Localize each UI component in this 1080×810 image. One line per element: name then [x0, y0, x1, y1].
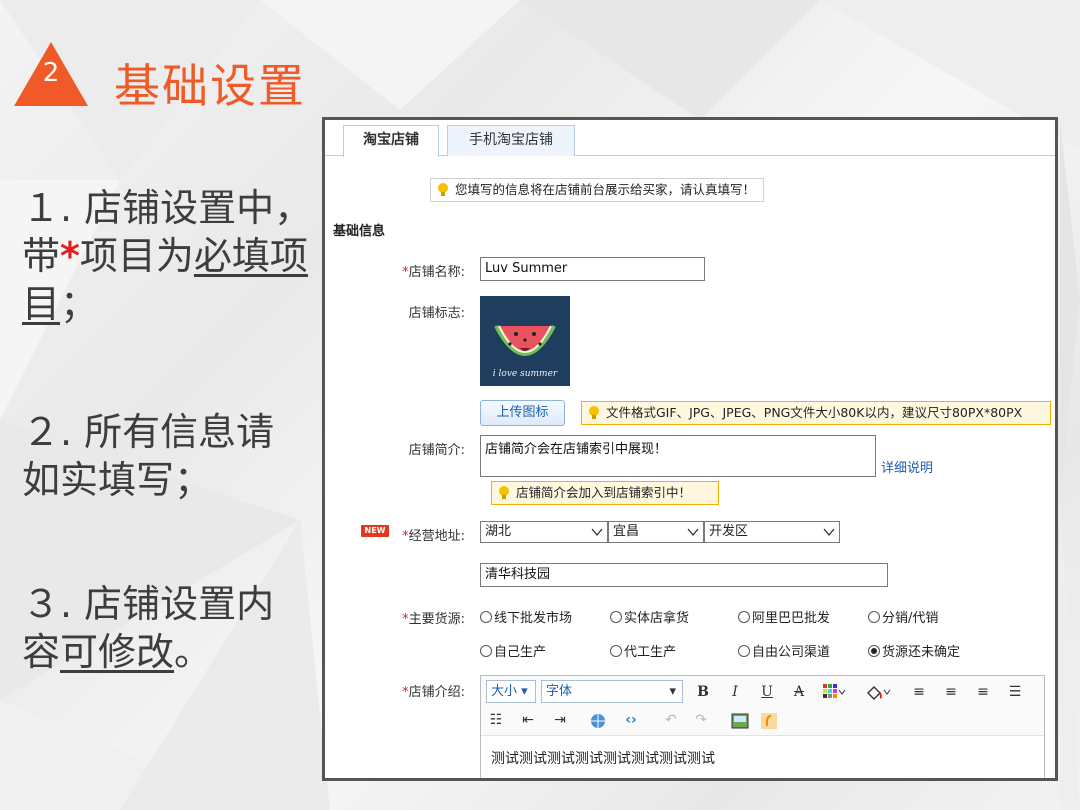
- radio-source-1[interactable]: 实体店拿货: [610, 607, 689, 626]
- lightbulb-icon: [438, 183, 448, 196]
- align-left-icon[interactable]: ≡: [909, 682, 929, 702]
- tab-mobile-taobao-shop[interactable]: 手机淘宝店铺: [447, 125, 575, 156]
- lightbulb-icon: [589, 406, 599, 419]
- rich-text-editor: 大小 ▾ 字体 ▾ B I U A ≡ ≡ ≡ ☰ ☷ ⇤ ⇥ ‹› ↶ ↷ 测试…: [480, 675, 1045, 778]
- details-link[interactable]: 详细说明: [881, 457, 933, 476]
- shop-name-input[interactable]: Luv Summer: [480, 257, 705, 281]
- redo-icon[interactable]: ↷: [691, 710, 711, 730]
- radio-source-6[interactable]: 自由公司渠道: [738, 641, 830, 660]
- outdent-icon[interactable]: ⇤: [518, 710, 538, 730]
- undo-icon[interactable]: ↶: [661, 710, 681, 730]
- section-title-basic-info: 基础信息: [333, 224, 386, 239]
- indent-icon[interactable]: ⇥: [550, 710, 570, 730]
- bullet-list-icon[interactable]: ☰: [1005, 682, 1025, 702]
- fill-color-icon[interactable]: [865, 684, 891, 700]
- radio-button[interactable]: [610, 611, 622, 623]
- shop-description-label: *店铺介绍:: [402, 685, 465, 700]
- align-right-icon[interactable]: ≡: [973, 682, 993, 702]
- editor-toolbar: 大小 ▾ 字体 ▾ B I U A ≡ ≡ ≡ ☰ ☷ ⇤ ⇥ ‹› ↶ ↷: [481, 676, 1044, 736]
- radio-source-3[interactable]: 分销/代销: [868, 607, 938, 626]
- tab-taobao-shop[interactable]: 淘宝店铺: [343, 125, 439, 157]
- note-required-fields: １. 店铺设置中，带*项目为必填项目；: [22, 186, 313, 326]
- radio-source-2[interactable]: 阿里巴巴批发: [738, 607, 830, 626]
- fill-carefully-hint: 您填写的信息将在店铺前台展示给买家，请认真填写！: [430, 178, 765, 202]
- logo-format-hint: 文件格式GIF、JPG、JPEG、PNG文件大小80K以内，建议尺寸80PX*8…: [581, 401, 1051, 425]
- underline-icon[interactable]: U: [757, 682, 777, 702]
- radio-button[interactable]: [738, 611, 750, 623]
- align-center-icon[interactable]: ≡: [941, 682, 961, 702]
- link-globe-icon[interactable]: [589, 712, 609, 730]
- radio-source-4[interactable]: 自己生产: [480, 641, 546, 660]
- chevron-down-icon: [823, 528, 835, 537]
- step-number: 2: [42, 58, 60, 88]
- shop-name-label: *店铺名称:: [402, 265, 465, 280]
- page-title: 基础设置: [114, 59, 306, 113]
- tab-bar: 淘宝店铺 手机淘宝店铺: [325, 120, 1055, 157]
- note-editable: ３. 店铺设置内容可修改。: [22, 582, 275, 674]
- radio-source-5[interactable]: 代工生产: [610, 641, 676, 660]
- html-source-icon[interactable]: ‹›: [621, 710, 641, 730]
- radio-button[interactable]: [868, 611, 880, 623]
- font-family-select[interactable]: 字体 ▾: [541, 680, 683, 703]
- radio-source-0[interactable]: 线下批发市场: [480, 607, 572, 626]
- street-address-input[interactable]: 清华科技园: [480, 563, 888, 587]
- district-select[interactable]: 开发区: [704, 521, 840, 543]
- province-select[interactable]: 湖北: [480, 521, 608, 543]
- city-select[interactable]: 宜昌: [608, 521, 704, 543]
- strikethrough-icon[interactable]: A: [789, 682, 809, 702]
- italic-icon[interactable]: I: [725, 682, 745, 702]
- radio-button[interactable]: [480, 645, 492, 657]
- note-fill-truthfully: ２. 所有信息请如实填写；: [22, 410, 275, 502]
- chevron-down-icon: [591, 528, 603, 537]
- shop-logo-image: i love summer: [480, 296, 570, 386]
- radio-source-7[interactable]: 货源还未确定: [868, 641, 960, 660]
- numbered-list-icon[interactable]: ☷: [486, 710, 506, 730]
- upload-logo-button[interactable]: 上传图标: [480, 400, 565, 426]
- insert-image-icon[interactable]: [731, 713, 749, 729]
- chevron-down-icon: [687, 528, 699, 537]
- radio-button-selected[interactable]: [868, 645, 880, 657]
- bold-icon[interactable]: B: [693, 682, 713, 702]
- lightbulb-icon: [499, 486, 509, 499]
- radio-button[interactable]: [738, 645, 750, 657]
- shop-intro-label: 店铺简介:: [408, 443, 465, 458]
- shop-logo-label: 店铺标志:: [408, 306, 465, 321]
- business-address-label: *经营地址:: [402, 529, 465, 544]
- svg-text:i love summer: i love summer: [493, 369, 558, 379]
- font-size-select[interactable]: 大小 ▾: [486, 680, 536, 703]
- radio-button[interactable]: [480, 611, 492, 623]
- intro-index-hint: 店铺简介会加入到店铺索引中！: [491, 481, 719, 505]
- insert-flash-icon[interactable]: [761, 713, 777, 729]
- shop-settings-screenshot: 淘宝店铺 手机淘宝店铺 您填写的信息将在店铺前台展示给买家，请认真填写！ 基础信…: [322, 117, 1058, 781]
- main-source-label: *主要货源:: [402, 612, 465, 627]
- shop-intro-textarea[interactable]: 店铺简介会在店铺索引中展现！: [480, 435, 876, 477]
- editor-content[interactable]: 测试测试测试测试测试测试测试测试: [491, 748, 715, 768]
- radio-button[interactable]: [610, 645, 622, 657]
- color-grid-icon[interactable]: [823, 684, 845, 700]
